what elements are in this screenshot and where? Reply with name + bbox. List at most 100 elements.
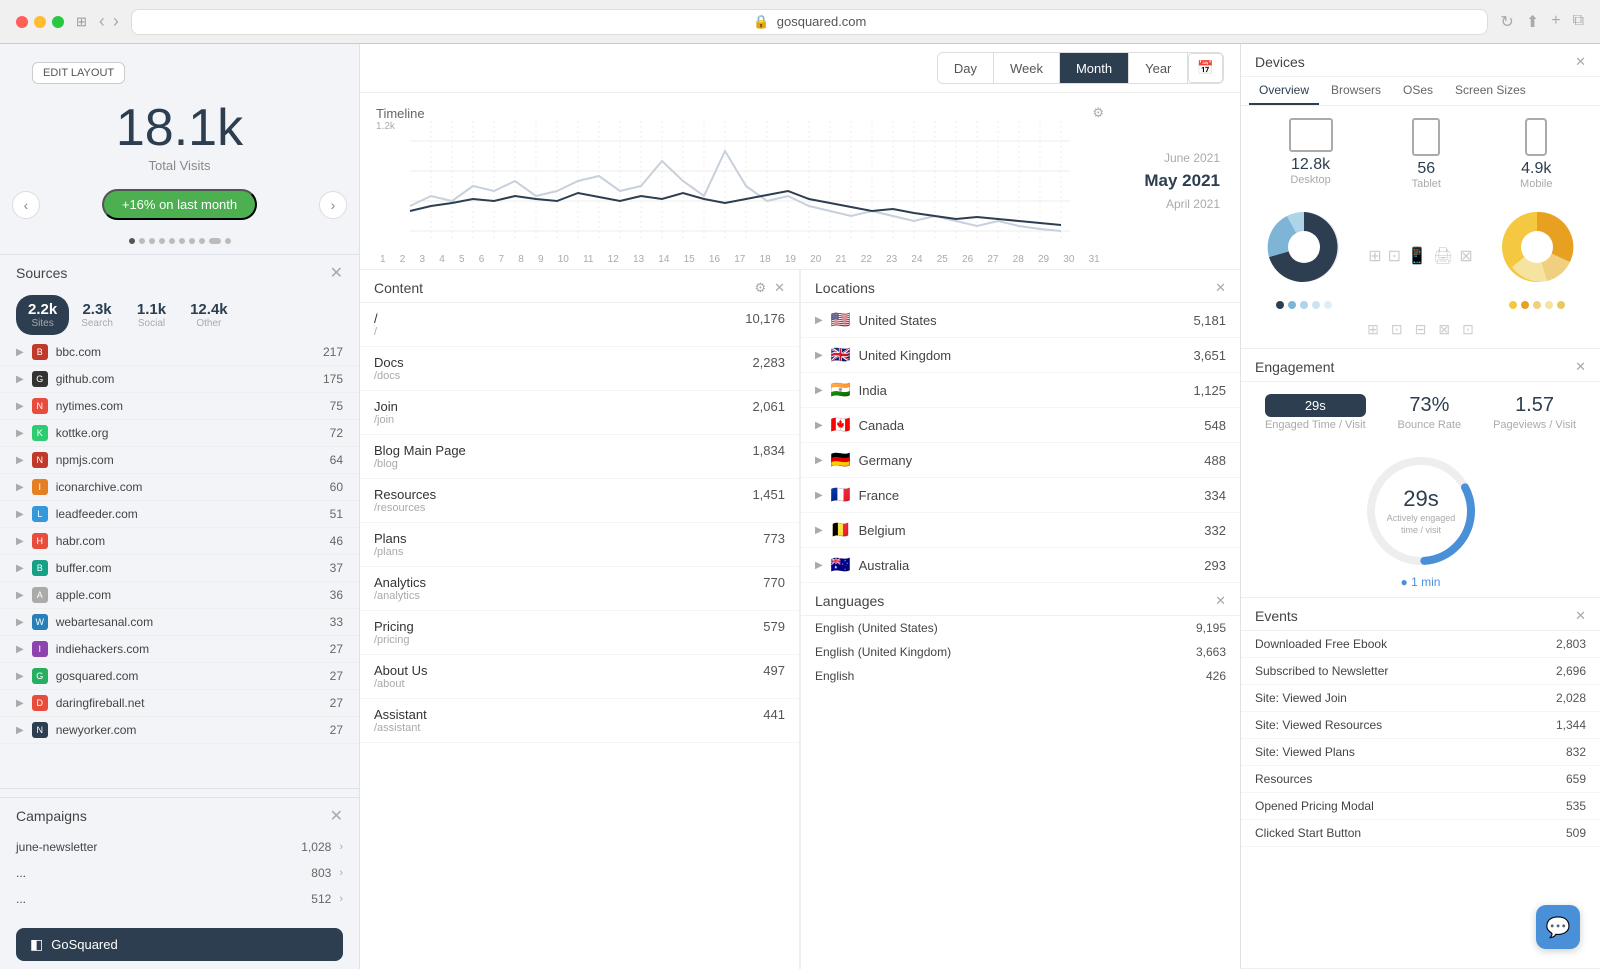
dot-7[interactable] — [189, 238, 195, 244]
content-item[interactable]: Docs 2,283 /docs — [360, 347, 799, 391]
location-item[interactable]: ▶ 🇫🇷 France 334 — [801, 478, 1240, 513]
devices-tab-oses[interactable]: OSes — [1393, 77, 1443, 105]
content-item-count: 579 — [763, 619, 785, 634]
mobile-count: 4.9k — [1520, 160, 1552, 178]
device-grid-icon-4: 🖨 — [1433, 246, 1453, 266]
dot-2[interactable] — [139, 238, 145, 244]
content-settings-icon[interactable]: ⚙ — [754, 280, 766, 296]
source-item[interactable]: ▶ B buffer.com 37 — [0, 555, 359, 582]
devices-close-icon[interactable]: ✕ — [1575, 54, 1586, 70]
maximize-dot[interactable] — [52, 16, 64, 28]
location-item[interactable]: ▶ 🇧🇪 Belgium 332 — [801, 513, 1240, 548]
location-item[interactable]: ▶ 🇬🇧 United Kingdom 3,651 — [801, 338, 1240, 373]
campaigns-close-icon[interactable]: ✕ — [330, 806, 343, 826]
engagement-close-icon[interactable]: ✕ — [1575, 359, 1586, 375]
source-item[interactable]: ▶ I iconarchive.com 60 — [0, 474, 359, 501]
source-item[interactable]: ▶ H habr.com 46 — [0, 528, 359, 555]
back-icon[interactable]: ‹ — [99, 11, 105, 32]
location-item[interactable]: ▶ 🇮🇳 India 1,125 — [801, 373, 1240, 408]
gosquared-badge[interactable]: ◧ GoSquared — [16, 928, 343, 961]
locations-close-icon[interactable]: ✕ — [1215, 280, 1226, 296]
url-bar[interactable]: 🔒 gosquared.com — [131, 9, 1489, 35]
year-button[interactable]: Year — [1129, 53, 1188, 83]
source-item[interactable]: ▶ N npmjs.com 64 — [0, 447, 359, 474]
prev-arrow-button[interactable]: ‹ — [12, 191, 40, 219]
next-month[interactable]: April 2021 — [1166, 197, 1220, 211]
devices-tab-overview[interactable]: Overview — [1249, 77, 1319, 105]
location-item[interactable]: ▶ 🇩🇪 Germany 488 — [801, 443, 1240, 478]
dot-4[interactable] — [159, 238, 165, 244]
content-item[interactable]: Analytics 770 /analytics — [360, 567, 799, 611]
dot-6[interactable] — [179, 238, 185, 244]
sources-tab-social[interactable]: 1.1k Social — [125, 295, 178, 335]
content-item[interactable]: Assistant 441 /assistant — [360, 699, 799, 743]
sources-tab-sites[interactable]: 2.2k Sites — [16, 295, 69, 335]
content-item[interactable]: Plans 773 /plans — [360, 523, 799, 567]
dot-3[interactable] — [149, 238, 155, 244]
next-arrow-button[interactable]: › — [319, 191, 347, 219]
sources-tab-search[interactable]: 2.3k Search — [69, 295, 125, 335]
sidebar-toggle-icon[interactable]: ⊞ — [76, 14, 87, 30]
source-name: indiehackers.com — [56, 642, 322, 656]
source-item[interactable]: ▶ N newyorker.com 27 — [0, 717, 359, 744]
location-item[interactable]: ▶ 🇦🇺 Australia 293 — [801, 548, 1240, 583]
share-icon[interactable]: ⬆ — [1526, 12, 1539, 32]
dot-8[interactable] — [199, 238, 205, 244]
source-expand-icon: ▶ — [16, 509, 24, 520]
content-item[interactable]: Blog Main Page 1,834 /blog — [360, 435, 799, 479]
change-badge[interactable]: +16% on last month — [102, 189, 257, 220]
tablet-icon — [1412, 118, 1440, 156]
campaign-item-2[interactable]: ... 803 › — [0, 860, 359, 886]
source-item[interactable]: ▶ D daringfireball.net 27 — [0, 690, 359, 717]
source-item[interactable]: ▶ G github.com 175 — [0, 366, 359, 393]
devices-tab-screen-sizes[interactable]: Screen Sizes — [1445, 77, 1536, 105]
month-button[interactable]: Month — [1060, 53, 1129, 83]
nav-arrows: ‹ +16% on last month › — [0, 189, 359, 220]
devices-tab-browsers[interactable]: Browsers — [1321, 77, 1391, 105]
content-item[interactable]: Resources 1,451 /resources — [360, 479, 799, 523]
source-count: 27 — [330, 696, 343, 710]
locations-panel: Locations ✕ ▶ 🇺🇸 United States 5,181 ▶ 🇬… — [800, 270, 1240, 969]
source-item[interactable]: ▶ W webartesanal.com 33 — [0, 609, 359, 636]
source-item[interactable]: ▶ K kottke.org 72 — [0, 420, 359, 447]
tabs-icon[interactable]: ⧉ — [1573, 12, 1584, 32]
minimize-dot[interactable] — [34, 16, 46, 28]
sources-close-icon[interactable]: ✕ — [330, 263, 343, 283]
calendar-button[interactable]: 📅 — [1188, 53, 1223, 83]
sources-tab-other[interactable]: 12.4k Other — [178, 295, 240, 335]
dot-9[interactable] — [225, 238, 231, 244]
source-item[interactable]: ▶ L leadfeeder.com 51 — [0, 501, 359, 528]
day-button[interactable]: Day — [938, 53, 994, 83]
content-item[interactable]: Pricing 579 /pricing — [360, 611, 799, 655]
prev-month[interactable]: June 2021 — [1164, 151, 1220, 165]
dot-5[interactable] — [169, 238, 175, 244]
refresh-icon[interactable]: ↻ — [1500, 12, 1513, 32]
content-item[interactable]: About Us 497 /about — [360, 655, 799, 699]
dot-wide[interactable] — [209, 238, 221, 244]
source-item[interactable]: ▶ A apple.com 36 — [0, 582, 359, 609]
current-month[interactable]: May 2021 — [1144, 171, 1220, 191]
edit-layout-button[interactable]: EDIT LAYOUT — [32, 62, 125, 84]
campaign-item-3[interactable]: ... 512 › — [0, 886, 359, 912]
forward-icon[interactable]: › — [113, 11, 119, 32]
add-tab-icon[interactable]: + — [1551, 12, 1560, 32]
content-item-root[interactable]: / 10,176 / — [360, 303, 799, 347]
chat-button[interactable]: 💬 — [1536, 905, 1580, 949]
content-item[interactable]: Join 2,061 /join — [360, 391, 799, 435]
source-item[interactable]: ▶ B bbc.com 217 — [0, 339, 359, 366]
total-visits-label: Total Visits — [16, 158, 343, 173]
location-item[interactable]: ▶ 🇺🇸 United States 5,181 — [801, 303, 1240, 338]
source-item[interactable]: ▶ G gosquared.com 27 — [0, 663, 359, 690]
source-item[interactable]: ▶ N nytimes.com 75 — [0, 393, 359, 420]
campaign-item-1[interactable]: june-newsletter 1,028 › — [0, 834, 359, 860]
events-close-icon[interactable]: ✕ — [1575, 608, 1586, 624]
dot-1[interactable] — [129, 238, 135, 244]
source-item[interactable]: ▶ I indiehackers.com 27 — [0, 636, 359, 663]
languages-close-icon[interactable]: ✕ — [1215, 593, 1226, 609]
timeline-settings-icon[interactable]: ⚙ — [1092, 105, 1104, 121]
content-header: Content ⚙ ✕ — [360, 270, 799, 303]
close-dot[interactable] — [16, 16, 28, 28]
content-close-icon[interactable]: ✕ — [774, 280, 785, 296]
week-button[interactable]: Week — [994, 53, 1060, 83]
location-item[interactable]: ▶ 🇨🇦 Canada 548 — [801, 408, 1240, 443]
